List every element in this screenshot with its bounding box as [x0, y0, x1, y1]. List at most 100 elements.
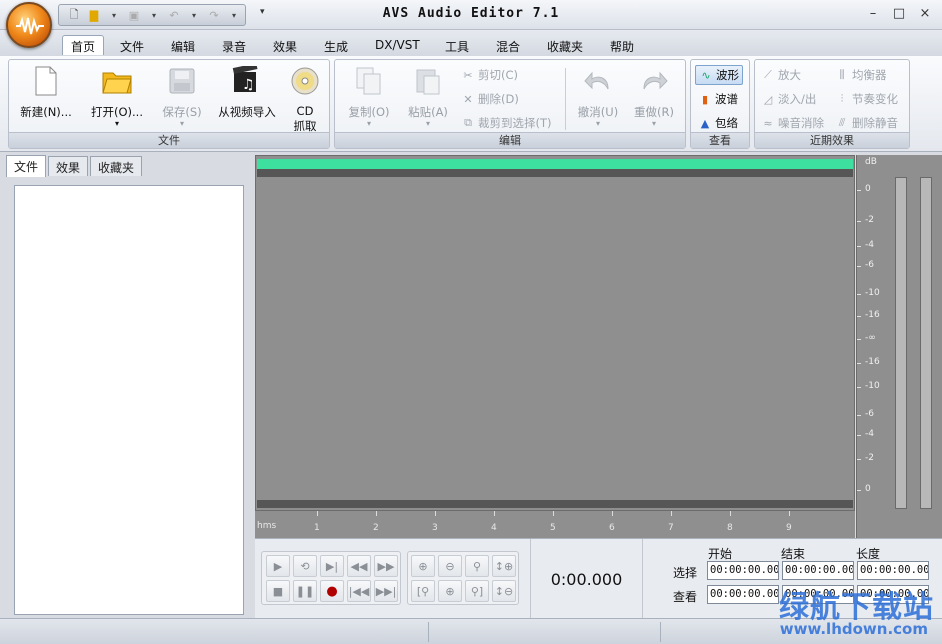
import-from-video-button[interactable]: ♫ 从视频导入	[215, 64, 279, 120]
tick-mark	[671, 511, 672, 516]
db-label: -16	[865, 310, 880, 320]
tab-edit[interactable]: 编辑	[163, 36, 203, 56]
db-tick	[857, 221, 861, 222]
play-to-end-button[interactable]: ▶|	[320, 555, 344, 577]
selection-length-field[interactable]: 00:00:00.000	[857, 561, 929, 580]
tab-dxvst[interactable]: DX/VST	[367, 36, 428, 56]
zoom-all-button[interactable]: ⊕	[438, 580, 462, 602]
panel-tab-effects[interactable]: 效果	[48, 156, 89, 176]
equalizer-button[interactable]: ⫼ 均衡器	[835, 65, 886, 85]
fast-forward-button[interactable]: ▶▶	[374, 555, 398, 577]
undo-button[interactable]: 撤消(U) ▾	[571, 64, 625, 128]
zoom-out-icon: ⊖	[445, 559, 455, 573]
db-label: -6	[865, 409, 874, 419]
waveform-view-button[interactable]: ∿ 波形	[695, 65, 743, 85]
spectrum-bars-icon: ▮	[701, 92, 709, 106]
fade-icon: ◿	[763, 92, 773, 106]
tab-mix[interactable]: 混合	[488, 36, 528, 56]
tab-record[interactable]: 录音	[214, 36, 254, 56]
maximize-button[interactable]: □	[888, 4, 910, 22]
pause-icon: ❚❚	[295, 584, 315, 598]
horizontal-scrollbar[interactable]	[257, 500, 853, 508]
zoom-vertical-out-button[interactable]: ↕⊖	[492, 580, 516, 602]
db-tick	[857, 190, 861, 191]
tempo-icon: ⫶	[840, 92, 844, 105]
rewind-button[interactable]: ◀◀	[347, 555, 371, 577]
row-label-view: 查看	[673, 590, 698, 604]
tick-mark	[376, 511, 377, 516]
cut-button[interactable]: ✂ 剪切(C)	[461, 65, 518, 85]
zoom-vertical-out-icon: ↕⊖	[494, 584, 514, 598]
timeline-ruler[interactable]: hms 1 2 3 4 5 6 7 8 9	[255, 510, 855, 538]
tick-label: 9	[786, 523, 792, 533]
file-list[interactable]	[14, 185, 244, 615]
db-tick	[857, 387, 861, 388]
delete-button[interactable]: ✕ 删除(D)	[461, 89, 518, 109]
stop-icon: ■	[272, 584, 284, 598]
tempo-change-button[interactable]: ⫶ 节奏变化	[835, 89, 898, 109]
go-to-start-button[interactable]: |◀◀	[347, 580, 371, 602]
spectrum-view-button[interactable]: ▮ 波谱	[698, 89, 738, 109]
loop-button[interactable]: ⟲	[293, 555, 317, 577]
panel-tab-files[interactable]: 文件	[6, 155, 47, 177]
redo-button[interactable]: 重做(R) ▾	[627, 64, 681, 128]
record-button[interactable]: ●	[320, 580, 344, 602]
overview-bar[interactable]	[257, 159, 853, 169]
db-label: -2	[865, 215, 874, 225]
stop-button[interactable]: ■	[266, 580, 290, 602]
paste-button[interactable]: 粘贴(A) ▾	[401, 64, 455, 128]
open-button[interactable]: 打开(O)... ▾	[85, 64, 149, 128]
view-start-field[interactable]: 00:00:00.000	[707, 585, 779, 604]
tab-effects[interactable]: 效果	[265, 36, 305, 56]
db-label: -10	[865, 381, 880, 391]
envelope-view-button[interactable]: ▲ 包络	[698, 113, 738, 133]
zoom-vertical-in-button[interactable]: ↕⊕	[492, 555, 516, 577]
tab-generate[interactable]: 生成	[316, 36, 356, 56]
app-menu-orb[interactable]	[6, 2, 52, 48]
crop-to-selection-button[interactable]: ⧉ 裁剪到选择(T)	[461, 113, 551, 133]
play-button[interactable]: ▶	[266, 555, 290, 577]
go-to-start-icon: |◀◀	[348, 584, 370, 598]
zoom-selection-icon: [⚲	[416, 584, 430, 598]
fast-forward-icon: ▶▶	[377, 559, 395, 573]
amplify-button[interactable]: ⟋ 放大	[761, 65, 801, 85]
pause-button[interactable]: ❚❚	[293, 580, 317, 602]
copy-button[interactable]: 复制(O) ▾	[341, 64, 397, 128]
cd-grab-button[interactable]: CD 抓取	[283, 64, 327, 134]
fade-button[interactable]: ◿ 淡入/出	[761, 89, 817, 109]
zoom-fit-button[interactable]: ⚲]	[465, 580, 489, 602]
ribbon-group-label: 文件	[9, 132, 329, 148]
zoom-100-icon: ⚲	[472, 559, 482, 573]
zoom-100-button[interactable]: ⚲	[465, 555, 489, 577]
tab-file[interactable]: 文件	[112, 36, 152, 56]
noise-removal-button[interactable]: ≈ 噪音消除	[761, 113, 824, 133]
zoom-out-button[interactable]: ⊖	[438, 555, 462, 577]
row-label-selection: 选择	[673, 566, 698, 580]
tick-label: 3	[432, 523, 438, 533]
db-tick	[857, 459, 861, 460]
window-title: AVS Audio Editor 7.1	[382, 6, 560, 21]
zoom-selection-button[interactable]: [⚲	[411, 580, 435, 602]
tab-home[interactable]: 首页	[62, 35, 105, 55]
go-to-end-button[interactable]: ▶▶|	[374, 580, 398, 602]
db-tick	[857, 363, 861, 364]
save-button[interactable]: 保存(S) ▾	[155, 64, 209, 128]
selection-end-field[interactable]: 00:00:00.000	[782, 561, 854, 580]
ribbon-separator	[565, 68, 566, 130]
waveform-area[interactable]	[255, 155, 855, 538]
tab-favorites[interactable]: 收藏夹	[539, 36, 591, 56]
zoom-all-icon: ⊕	[445, 584, 455, 598]
new-button[interactable]: 新建(N)...	[15, 64, 77, 120]
minimize-button[interactable]: –	[862, 4, 884, 22]
rewind-icon: ◀◀	[350, 559, 368, 573]
panel-tab-favorites[interactable]: 收藏夹	[90, 156, 143, 176]
tab-help[interactable]: 帮助	[602, 36, 642, 56]
close-button[interactable]: ×	[914, 4, 936, 22]
tab-tools[interactable]: 工具	[437, 36, 477, 56]
selection-start-field[interactable]: 00:00:00.000	[707, 561, 779, 580]
play-to-end-icon: ▶|	[325, 559, 339, 573]
db-label: -6	[865, 260, 874, 270]
menu-bar: 首页 文件 编辑 录音 效果 生成 DX/VST 工具 混合 收藏夹 帮助	[0, 30, 942, 56]
zoom-in-button[interactable]: ⊕	[411, 555, 435, 577]
remove-silence-button[interactable]: ⫻ 删除静音	[835, 113, 898, 133]
